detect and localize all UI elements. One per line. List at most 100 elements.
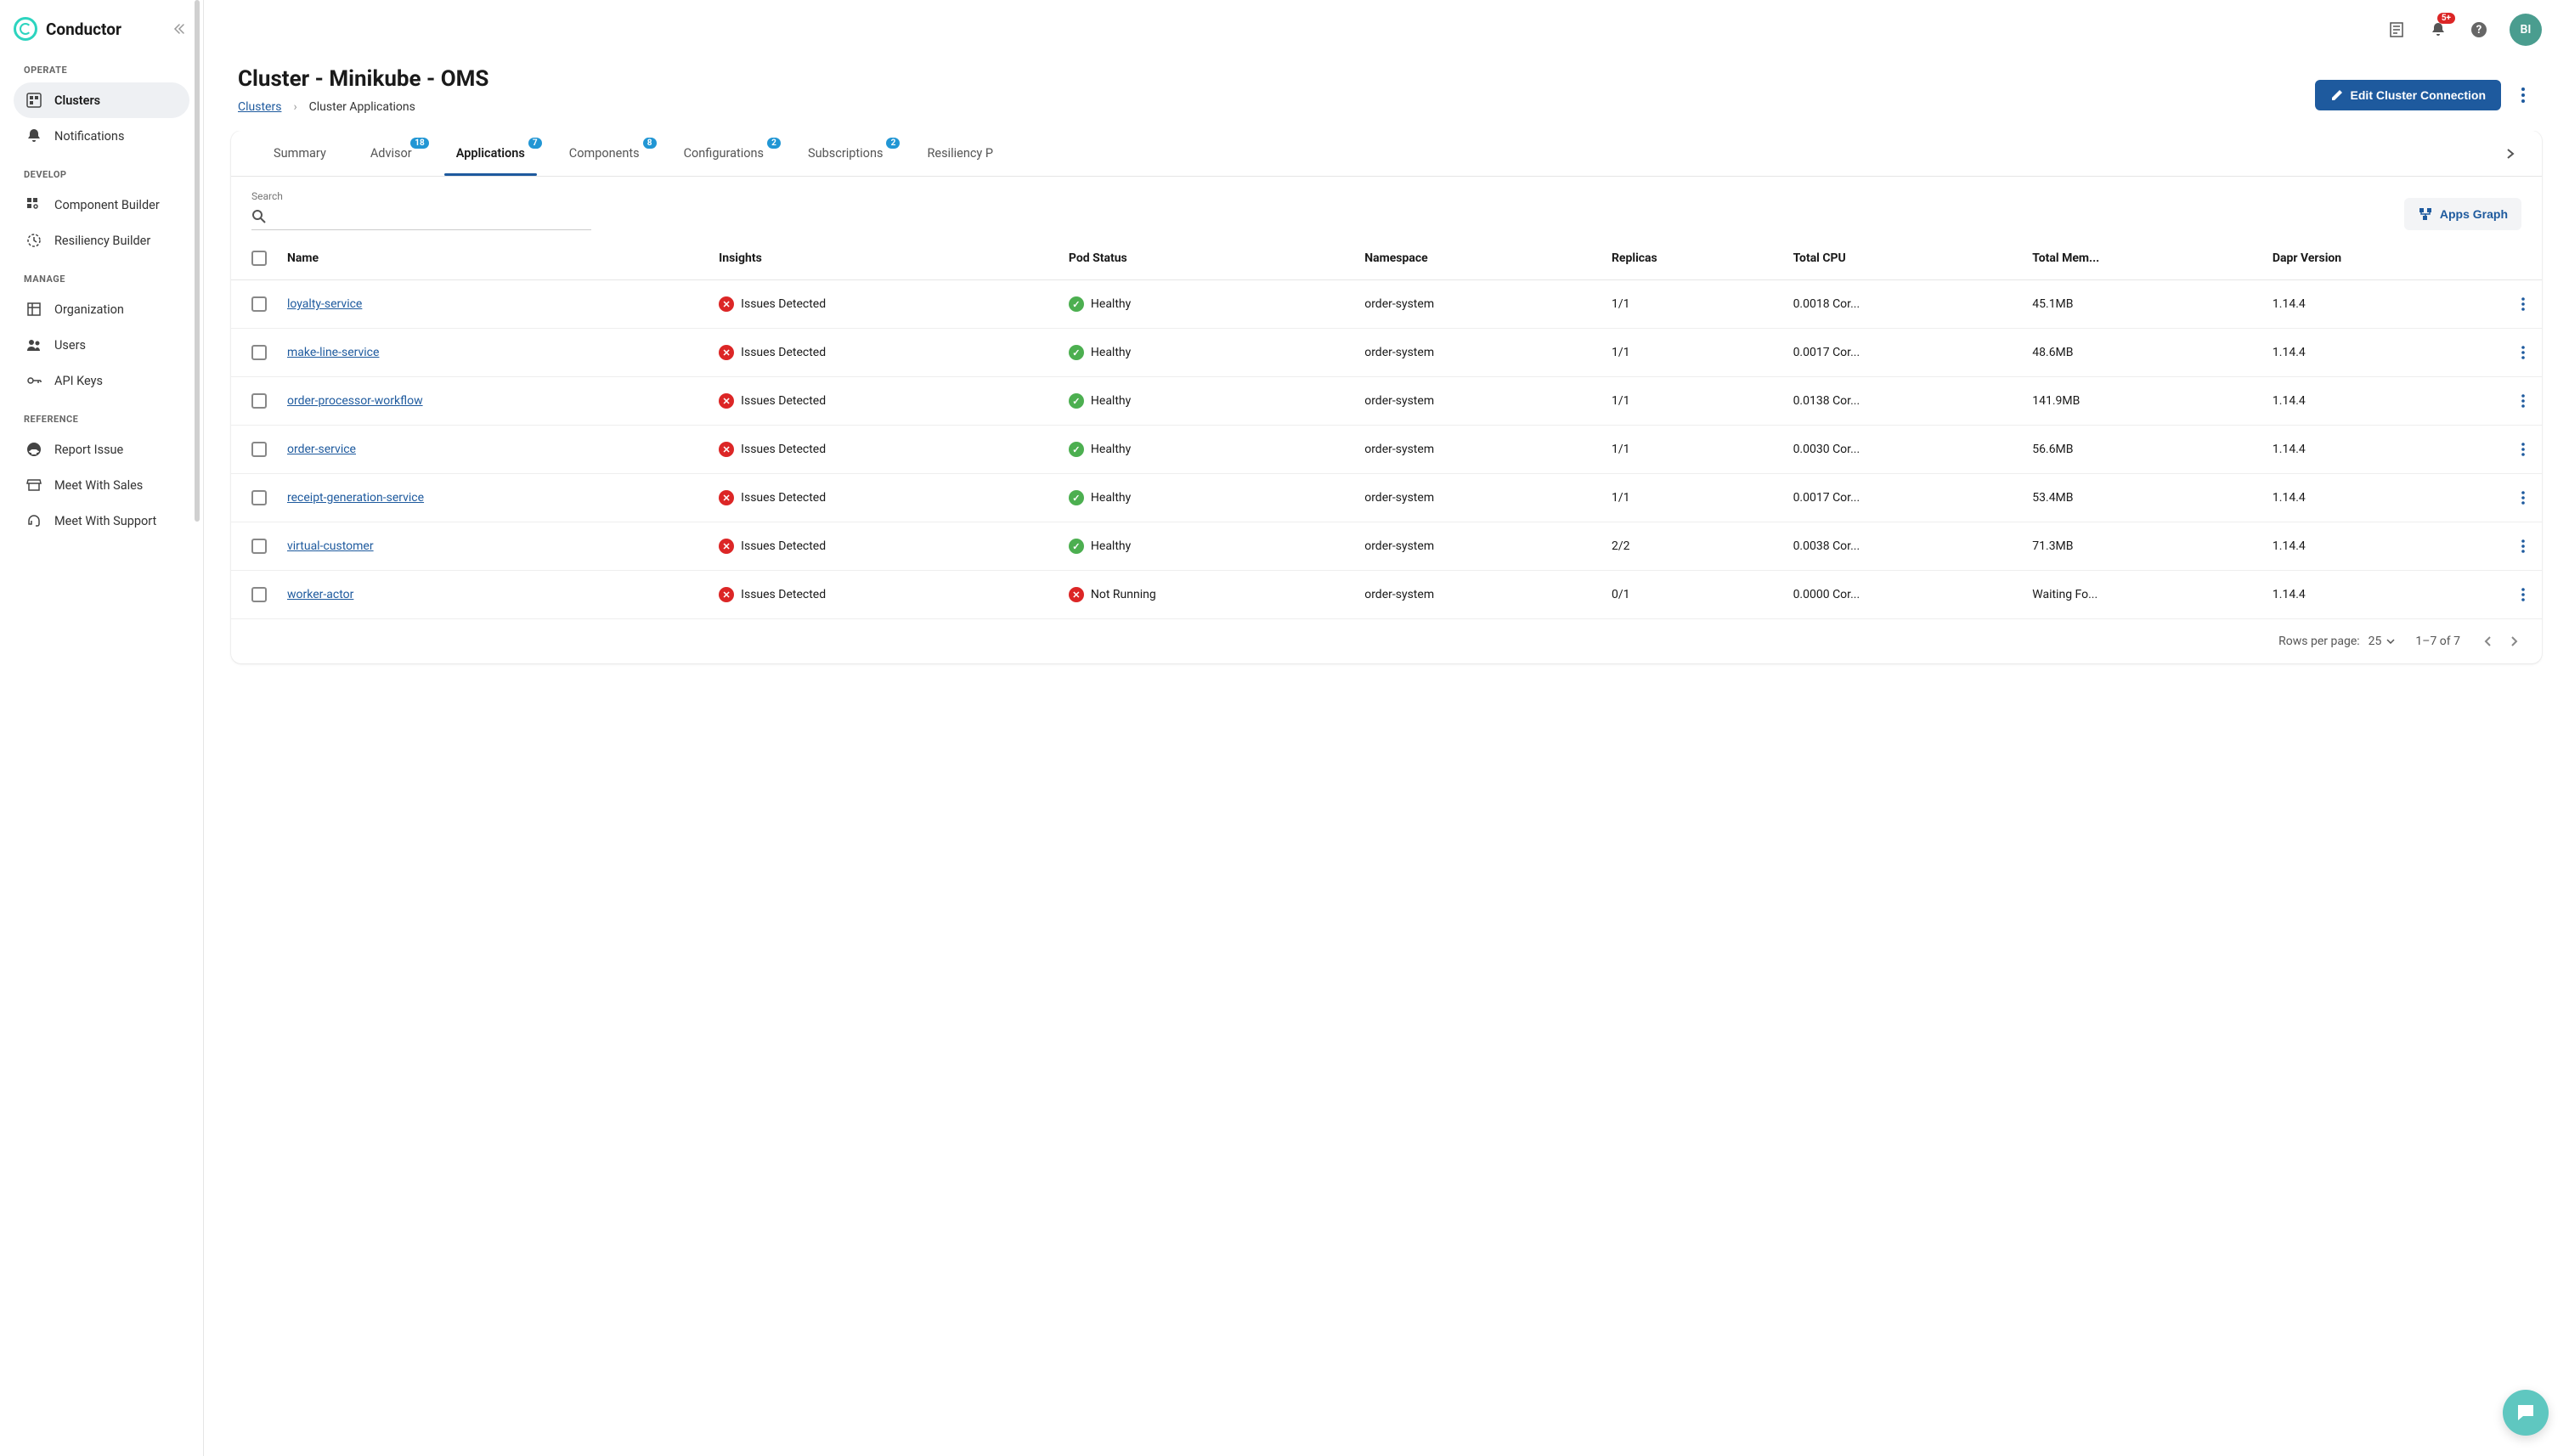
row-checkbox[interactable] [251,587,267,602]
tab-subscriptions[interactable]: Subscriptions2 [786,131,905,176]
namespace-cell: order-system [1354,426,1601,474]
sidebar-item-users[interactable]: Users [14,327,189,363]
col-namespace[interactable]: Namespace [1354,237,1601,280]
error-icon: ✕ [719,587,734,602]
app-link[interactable]: worker-actor [287,588,353,601]
app-link[interactable]: receipt-generation-service [287,491,424,505]
row-more-button[interactable] [2518,488,2528,508]
chevron-right-icon: › [293,100,296,114]
chat-fab[interactable] [2503,1390,2549,1436]
pagination-prev[interactable] [2481,633,2494,650]
mem-cell: 141.9MB [2022,377,2262,426]
pod-status-text: Healthy [1091,394,1131,408]
help-icon: ? [2470,20,2488,39]
rows-per-page-label: Rows per page: [2278,635,2359,648]
breadcrumb-root[interactable]: Clusters [238,100,281,114]
sidebar-item-label: API Keys [54,374,103,388]
row-checkbox[interactable] [251,539,267,554]
sidebar-item-meet-support[interactable]: Meet With Support [14,503,189,539]
tabs: Summary Advisor18 Applications7 Componen… [231,131,2542,177]
topbar: 5+ ? BI [204,0,2569,59]
namespace-cell: order-system [1354,571,1601,619]
more-vertical-icon [2521,87,2525,103]
chevron-down-icon [2386,639,2395,644]
apps-graph-label: Apps Graph [2440,207,2508,221]
edit-cluster-connection-button[interactable]: Edit Cluster Connection [2315,80,2501,110]
col-version[interactable]: Dapr Version [2262,237,2508,280]
namespace-cell: order-system [1354,474,1601,522]
col-cpu[interactable]: Total CPU [1783,237,2023,280]
app-link[interactable]: make-line-service [287,346,379,359]
select-all-checkbox[interactable] [251,251,267,266]
sidebar-item-organization[interactable]: Organization [14,291,189,327]
pagination: Rows per page: 25 1–7 of 7 [231,619,2542,663]
error-icon: ✕ [719,490,734,505]
news-button[interactable] [2387,20,2408,40]
row-checkbox[interactable] [251,345,267,360]
tab-resiliency[interactable]: Resiliency P [905,131,1015,176]
row-more-button[interactable] [2518,391,2528,411]
notifications-badge: 5+ [2437,13,2455,24]
mem-cell: 48.6MB [2022,329,2262,377]
app-link[interactable]: loyalty-service [287,297,362,311]
github-icon [25,441,42,458]
sidebar-collapse-button[interactable] [169,19,189,39]
tab-badge: 2 [767,138,781,149]
sidebar-item-api-keys[interactable]: API Keys [14,363,189,398]
page-more-button[interactable] [2511,80,2535,110]
sidebar-item-report-issue[interactable]: Report Issue [14,432,189,467]
sidebar-item-clusters[interactable]: Clusters [14,82,189,118]
sidebar-item-resiliency-builder[interactable]: Resiliency Builder [14,223,189,258]
edit-button-label: Edit Cluster Connection [2351,88,2486,102]
namespace-cell: order-system [1354,522,1601,571]
col-pod-status[interactable]: Pod Status [1059,237,1354,280]
more-vertical-icon [2521,394,2525,408]
replicas-cell: 1/1 [1601,329,1783,377]
version-cell: 1.14.4 [2262,280,2508,329]
breadcrumb-current: Cluster Applications [309,100,415,114]
sidebar-item-notifications[interactable]: Notifications [14,118,189,154]
col-insights[interactable]: Insights [709,237,1059,280]
error-icon: ✕ [719,442,734,457]
col-mem[interactable]: Total Mem... [2022,237,2262,280]
applications-card: Summary Advisor18 Applications7 Componen… [231,131,2542,663]
tab-applications[interactable]: Applications7 [434,131,547,176]
app-link[interactable]: virtual-customer [287,539,374,553]
pod-status-text: Healthy [1091,443,1131,456]
row-more-button[interactable] [2518,536,2528,556]
rows-per-page-select[interactable]: 25 [2369,635,2396,648]
logo[interactable]: Conductor [14,17,189,41]
app-link[interactable]: order-processor-workflow [287,394,423,408]
apps-graph-button[interactable]: Apps Graph [2404,198,2521,230]
table-row: order-service ✕Issues Detected ✓Healthy … [231,426,2542,474]
row-more-button[interactable] [2518,584,2528,605]
cpu-cell: 0.0000 Cor... [1783,571,2023,619]
notifications-button[interactable]: 5+ [2428,20,2448,40]
col-name[interactable]: Name [277,237,709,280]
search-input[interactable] [274,210,591,223]
search-label: Search [251,190,591,202]
app-link[interactable]: order-service [287,443,356,456]
error-icon: ✕ [719,296,734,312]
row-more-button[interactable] [2518,342,2528,363]
pagination-next[interactable] [2508,633,2521,650]
sidebar-item-label: Report Issue [54,443,123,457]
replicas-cell: 1/1 [1601,474,1783,522]
tab-summary[interactable]: Summary [251,131,348,176]
sidebar-item-meet-sales[interactable]: Meet With Sales [14,467,189,503]
row-checkbox[interactable] [251,296,267,312]
row-checkbox[interactable] [251,393,267,409]
row-more-button[interactable] [2518,439,2528,460]
avatar[interactable]: BI [2510,14,2542,46]
help-button[interactable]: ? [2469,20,2489,40]
tab-components[interactable]: Components8 [547,131,662,176]
col-replicas[interactable]: Replicas [1601,237,1783,280]
sidebar-item-component-builder[interactable]: Component Builder [14,187,189,223]
tab-configurations[interactable]: Configurations2 [662,131,786,176]
section-develop: DEVELOP [24,169,189,180]
row-checkbox[interactable] [251,442,267,457]
tabs-scroll-right[interactable] [2499,141,2521,166]
row-checkbox[interactable] [251,490,267,505]
row-more-button[interactable] [2518,294,2528,314]
tab-advisor[interactable]: Advisor18 [348,131,434,176]
